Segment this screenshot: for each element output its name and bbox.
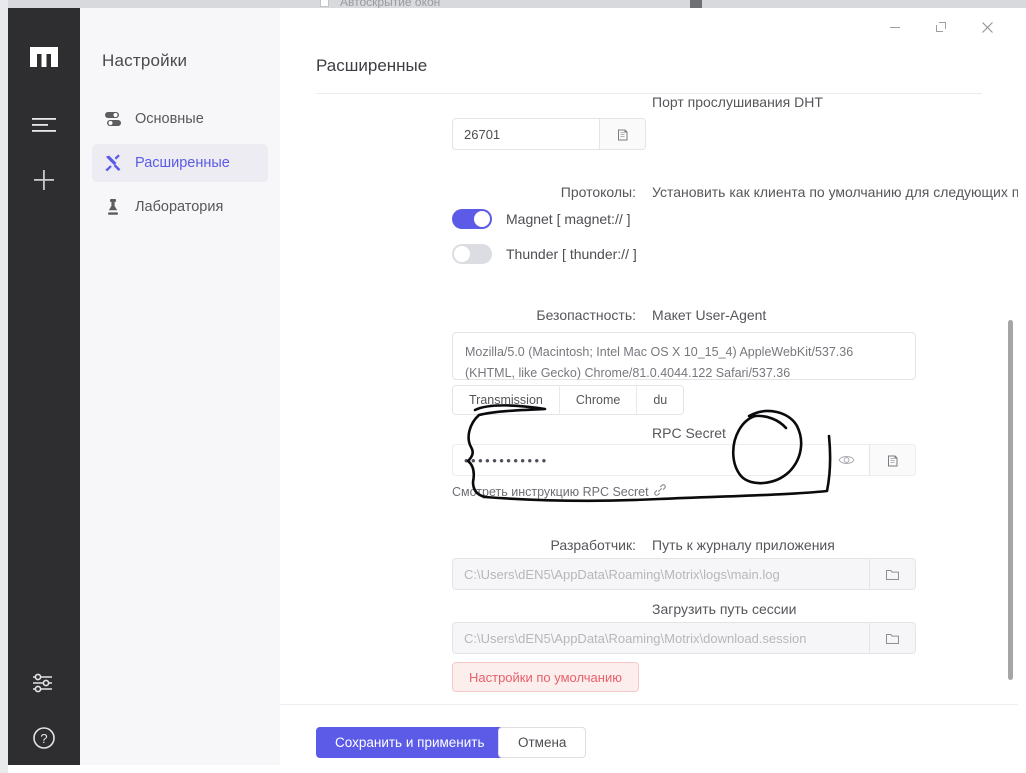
close-icon[interactable] xyxy=(964,10,1010,44)
user-agent-label: Макет User-Agent xyxy=(652,307,766,323)
app-window: Автоскрытие окон xyxy=(0,0,1026,773)
session-path-label: Загрузить путь сессии xyxy=(652,601,796,617)
preferences-icon[interactable] xyxy=(8,666,80,700)
minimize-icon[interactable] xyxy=(872,10,918,44)
app-rail: ? xyxy=(8,8,80,765)
settings-title: Настройки xyxy=(102,51,187,71)
help-icon[interactable]: ? xyxy=(8,721,80,755)
protocols-label: Протоколы: xyxy=(336,184,636,200)
maximize-icon[interactable] xyxy=(918,10,964,44)
user-agent-presets: Transmission Chrome du xyxy=(452,385,684,415)
folder-icon[interactable] xyxy=(869,559,915,589)
thunder-protocol-toggle[interactable] xyxy=(452,244,492,264)
dht-port-label: Порт прослушивания DHT xyxy=(652,94,823,110)
add-task-icon[interactable] xyxy=(8,163,80,197)
log-path-value: C:\Users\dEN5\AppData\Roaming\Motrix\log… xyxy=(453,567,869,582)
copy-icon[interactable] xyxy=(869,445,915,475)
rpc-secret-input[interactable]: •••••••••••• xyxy=(452,444,916,476)
eye-icon[interactable] xyxy=(838,454,869,466)
rpc-secret-help-label: Смотреть инструкцию RPC Secret xyxy=(452,485,649,499)
tools-icon xyxy=(104,154,122,172)
rpc-secret-value: •••••••••••• xyxy=(453,453,838,468)
sidebar-item-label: Лаборатория xyxy=(135,199,223,215)
settings-content: Расширенные Порт прослушивания DHT 26701 xyxy=(280,8,1018,765)
user-agent-value: Mozilla/5.0 (Macintosh; Intel Mac OS X 1… xyxy=(465,345,853,380)
page-title: Расширенные xyxy=(316,56,427,76)
session-path-input[interactable]: C:\Users\dEN5\AppData\Roaming\Motrix\dow… xyxy=(452,622,916,654)
rpc-secret-label: RPC Secret xyxy=(652,425,726,441)
cancel-button[interactable]: Отмена xyxy=(498,727,586,758)
settings-nav: Основные Расширенные xyxy=(92,100,268,232)
settings-modal: Настройки Основные xyxy=(80,8,1018,765)
copy-icon[interactable] xyxy=(599,119,645,149)
rpc-secret-help-link[interactable]: Смотреть инструкцию RPC Secret xyxy=(452,484,666,499)
developer-label: Разработчик: xyxy=(336,537,636,553)
task-list-icon[interactable] xyxy=(8,108,80,142)
footer-divider xyxy=(280,704,1018,705)
sidebar-item-general[interactable]: Основные xyxy=(92,100,268,138)
folder-icon[interactable] xyxy=(869,623,915,653)
preset-chrome-button[interactable]: Chrome xyxy=(560,386,637,414)
toggle-row-thunder: Thunder [ thunder:// ] xyxy=(452,244,637,264)
preset-du-button[interactable]: du xyxy=(637,386,683,414)
dht-port-input[interactable]: 26701 xyxy=(452,118,646,150)
log-path-label: Путь к журналу приложения xyxy=(652,537,835,553)
user-agent-textarea[interactable]: Mozilla/5.0 (Macintosh; Intel Mac OS X 1… xyxy=(452,332,916,380)
background-row-checkbox xyxy=(320,0,329,7)
background-window-left-edge xyxy=(0,0,8,773)
content-scrollbar[interactable] xyxy=(1008,320,1013,680)
sidebar-item-lab[interactable]: Лаборатория xyxy=(92,188,268,226)
security-label: Безопастность: xyxy=(336,307,636,323)
sidebar-item-label: Основные xyxy=(135,111,204,127)
magnet-protocol-label: Magnet [ magnet:// ] xyxy=(506,211,631,227)
settings-sidebar: Настройки Основные xyxy=(80,8,280,765)
magnet-protocol-toggle[interactable] xyxy=(452,209,492,229)
flask-icon xyxy=(104,198,122,216)
motrix-logo xyxy=(8,46,80,68)
settings-scroll-area: Порт прослушивания DHT 26701 Протокол xyxy=(280,94,1018,704)
link-icon xyxy=(654,484,666,499)
preset-transmission-button[interactable]: Transmission xyxy=(453,386,560,414)
reset-defaults-button[interactable]: Настройки по умолчанию xyxy=(452,662,639,692)
log-path-input[interactable]: C:\Users\dEN5\AppData\Roaming\Motrix\log… xyxy=(452,558,916,590)
svg-text:?: ? xyxy=(40,731,47,746)
sidebar-item-advanced[interactable]: Расширенные xyxy=(92,144,268,182)
save-button[interactable]: Сохранить и применить xyxy=(316,727,504,758)
sidebar-item-label: Расширенные xyxy=(135,155,230,171)
toggles-icon xyxy=(104,110,122,128)
dht-port-value: 26701 xyxy=(453,127,599,142)
session-path-value: C:\Users\dEN5\AppData\Roaming\Motrix\dow… xyxy=(453,631,869,646)
toggle-row-magnet: Magnet [ magnet:// ] xyxy=(452,209,631,229)
thunder-protocol-label: Thunder [ thunder:// ] xyxy=(506,246,637,262)
window-controls xyxy=(872,10,1010,44)
protocols-description: Установить как клиента по умолчанию для … xyxy=(652,184,1018,200)
